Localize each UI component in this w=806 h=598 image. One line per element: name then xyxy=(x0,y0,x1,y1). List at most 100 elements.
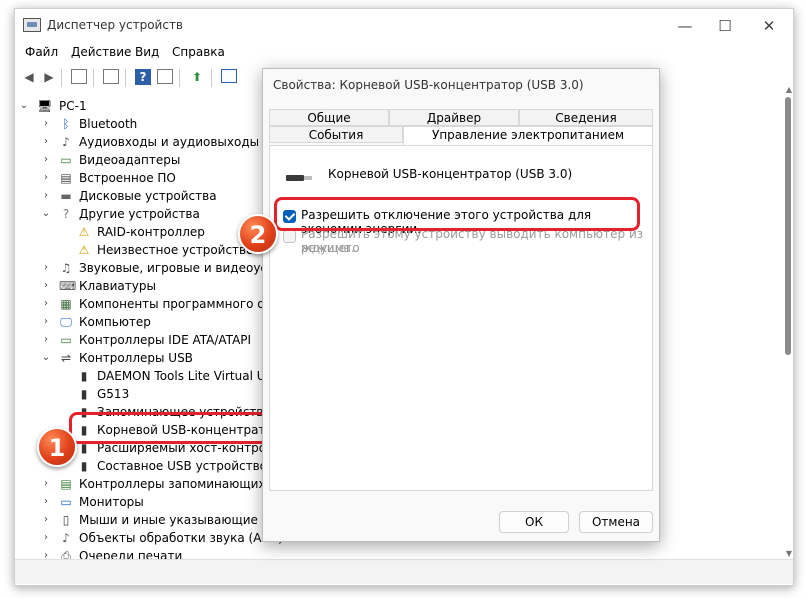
keyboard-icon: ⌨ xyxy=(59,279,77,293)
toolbar-separator xyxy=(179,69,180,87)
tree-item-label: Видеоадаптеры xyxy=(79,153,181,167)
toolbar-separator xyxy=(61,69,62,87)
tab-details[interactable]: Сведения xyxy=(519,109,653,126)
tree-item-label: Составное USB устройство xyxy=(97,459,268,473)
firmware-icon: ▤ xyxy=(60,171,72,185)
apo-icon: ♪ xyxy=(62,531,70,545)
tree-item-label: G513 xyxy=(97,387,130,401)
title-bar: Диспетчер устройств — ☐ ✕ xyxy=(15,9,793,43)
properties-grid-icon[interactable] xyxy=(71,69,87,84)
chevron-right-icon[interactable]: › xyxy=(41,169,51,187)
help-icon[interactable]: ? xyxy=(135,69,151,85)
dialog-tabs: Общие Драйвер Сведения События Управлени… xyxy=(269,109,653,145)
chevron-right-icon[interactable]: › xyxy=(41,133,51,151)
driver-update-icon[interactable] xyxy=(157,69,173,84)
scroll-up-arrow-icon[interactable]: ▲ xyxy=(786,85,792,94)
cancel-button[interactable]: Отмена xyxy=(579,511,653,533)
tree-item-label: Другие устройства xyxy=(79,207,200,221)
chevron-right-icon[interactable]: › xyxy=(41,529,51,547)
chevron-right-icon[interactable]: › xyxy=(41,331,51,349)
usb-plug-icon: ▮ xyxy=(80,459,88,473)
chevron-right-icon[interactable]: › xyxy=(41,493,51,511)
tree-item-label: Клавиатуры xyxy=(79,279,156,293)
chevron-right-icon[interactable]: › xyxy=(41,511,51,529)
toolbar-separator xyxy=(211,69,212,87)
menu-view[interactable]: Вид xyxy=(135,45,159,59)
tab-power-management[interactable]: Управление электропитанием xyxy=(403,126,653,145)
usb-plug-icon: ▮ xyxy=(80,387,88,401)
computer-icon: 🖵 xyxy=(60,315,72,329)
ide-icon: ▭ xyxy=(60,333,72,347)
tree-item-label: Встроенное ПО xyxy=(79,171,176,185)
tab-general[interactable]: Общие xyxy=(269,109,389,126)
tree-item-label: Компоненты программного обес xyxy=(79,297,287,311)
computer-icon: 🖥 xyxy=(37,99,53,113)
monitor-icon: ▭ xyxy=(60,495,72,509)
chevron-right-icon[interactable]: › xyxy=(41,313,51,331)
display-adapter-icon: ▭ xyxy=(60,153,72,167)
minimize-button[interactable]: — xyxy=(665,13,705,39)
step-badge-1: 1 xyxy=(37,427,77,467)
tree-item-label: RAID-контроллер xyxy=(97,225,205,239)
device-name: Корневой USB-концентратор (USB 3.0) xyxy=(328,167,573,181)
close-button[interactable]: ✕ xyxy=(749,13,789,39)
forward-arrow-icon[interactable]: ▶ xyxy=(41,69,57,85)
menu-action[interactable]: Действие xyxy=(71,45,131,59)
list-view-icon[interactable] xyxy=(103,69,119,84)
enable-device-icon[interactable]: ⬆ xyxy=(189,69,205,85)
horizontal-scrollbar[interactable] xyxy=(15,559,793,584)
chevron-right-icon[interactable]: › xyxy=(41,187,51,205)
tree-item-label: Дисковые устройства xyxy=(79,189,217,203)
chevron-right-icon[interactable]: › xyxy=(41,259,51,277)
usb-plug-icon xyxy=(286,175,312,181)
back-arrow-icon[interactable]: ◀ xyxy=(21,69,37,85)
step-badge-2: 2 xyxy=(238,214,278,254)
dialog-title: Свойства: Корневой USB-концентратор (USB… xyxy=(273,78,584,92)
chevron-down-icon[interactable]: ⌄ xyxy=(19,97,29,115)
mouse-icon: ▯ xyxy=(62,513,70,527)
tab-driver[interactable]: Драйвер xyxy=(389,109,519,126)
tree-item-label: Bluetooth xyxy=(79,117,138,131)
tree-root-label: PC-1 xyxy=(59,99,87,113)
menu-file[interactable]: Файл xyxy=(25,45,58,59)
device-manager-icon xyxy=(23,18,41,32)
window-title: Диспетчер устройств xyxy=(47,18,184,32)
audio-icon: ♪ xyxy=(62,135,70,149)
menu-bar: Файл Действие Вид Справка xyxy=(15,43,793,65)
usb-plug-icon: ▮ xyxy=(80,369,88,383)
unknown-device-icon: ? xyxy=(62,207,70,221)
chevron-right-icon[interactable]: › xyxy=(41,115,51,133)
tab-events[interactable]: События xyxy=(269,126,403,143)
chevron-right-icon[interactable]: › xyxy=(41,151,51,169)
allow-wake-label-line2: режима. xyxy=(301,241,355,255)
toolbar-separator xyxy=(125,69,126,87)
warning-device-icon: ⚠ xyxy=(78,225,90,239)
tree-item-label: DAEMON Tools Lite Virtual USB xyxy=(97,369,282,383)
highlight-root-hub xyxy=(69,412,269,444)
storage-controller-icon: ▤ xyxy=(60,477,72,491)
tree-item-label: Контроллеры USB xyxy=(79,351,193,365)
maximize-button[interactable]: ☐ xyxy=(705,13,745,39)
tree-item-label: Аудиовходы и аудиовыходы xyxy=(79,135,260,149)
chevron-down-icon[interactable]: ⌄ xyxy=(41,205,51,223)
tree-item-label: Мониторы xyxy=(79,495,144,509)
chevron-right-icon[interactable]: › xyxy=(41,295,51,313)
bluetooth-icon: ᛒ xyxy=(62,117,70,131)
chevron-down-icon[interactable]: ⌄ xyxy=(41,349,51,367)
tree-item-label: Объекты обработки звука (APO) xyxy=(79,531,283,545)
ok-button[interactable]: ОК xyxy=(499,511,569,533)
highlight-allow-power-off xyxy=(274,197,640,231)
tree-item-label: Контроллеры IDE ATA/ATAPI xyxy=(79,333,252,347)
scan-hardware-icon[interactable] xyxy=(221,69,237,83)
tree-item-label: Звуковые, игровые и видеоустро xyxy=(79,261,289,275)
vertical-scrollbar[interactable] xyxy=(785,97,791,355)
allow-wake-checkbox[interactable] xyxy=(283,230,296,243)
usb-icon: ⇌ xyxy=(60,351,72,365)
tree-item-label: Неизвестное устройство xyxy=(97,243,254,257)
disk-icon: ▬ xyxy=(60,189,72,203)
chevron-right-icon[interactable]: › xyxy=(41,277,51,295)
menu-help[interactable]: Справка xyxy=(172,45,225,59)
chevron-right-icon[interactable]: › xyxy=(41,475,51,493)
scroll-down-arrow-icon[interactable]: ▼ xyxy=(786,549,792,558)
warning-device-icon: ⚠ xyxy=(78,243,90,257)
